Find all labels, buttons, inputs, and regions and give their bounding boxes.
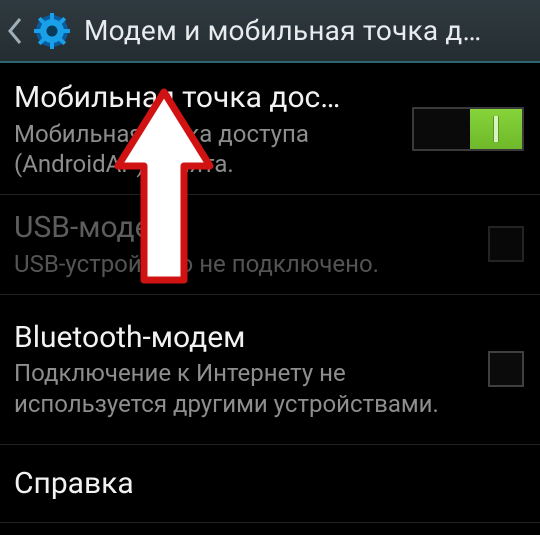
row-control bbox=[412, 107, 524, 151]
back-button[interactable] bbox=[2, 9, 74, 53]
row-title: Справка bbox=[14, 465, 524, 503]
row-mobile-hotspot[interactable]: Мобильная точка дос… Мобильная точка дос… bbox=[0, 63, 540, 195]
row-text: Справка bbox=[14, 465, 524, 503]
row-subtitle: USB-устройство не подключено. bbox=[14, 249, 474, 280]
chevron-left-icon bbox=[2, 11, 28, 51]
settings-list: Мобильная точка дос… Мобильная точка дос… bbox=[0, 63, 540, 523]
row-subtitle: Мобильная точка доступа (AndroidAP) заня… bbox=[14, 119, 398, 180]
row-usb-tethering: USB-модем USB-устройство не подключено. bbox=[0, 195, 540, 295]
row-bluetooth-tethering[interactable]: Bluetooth-модем Подключение к Интернету … bbox=[0, 295, 540, 445]
row-title: Мобильная точка дос… bbox=[14, 79, 398, 117]
actionbar-title: Модем и мобильная точка д… bbox=[84, 14, 534, 47]
row-text: Bluetooth-модем Подключение к Интернету … bbox=[14, 319, 474, 420]
row-subtitle: Подключение к Интернету не используется … bbox=[14, 358, 474, 419]
gear-icon bbox=[30, 9, 74, 53]
row-control bbox=[488, 351, 524, 387]
checkbox-usb-tethering bbox=[488, 226, 524, 262]
row-help[interactable]: Справка bbox=[0, 445, 540, 523]
checkbox-bluetooth-tethering[interactable] bbox=[488, 351, 524, 387]
row-title: USB-модем bbox=[14, 209, 474, 247]
switch-mobile-hotspot[interactable] bbox=[412, 107, 524, 151]
row-text: USB-модем USB-устройство не подключено. bbox=[14, 209, 474, 279]
row-text: Мобильная точка дос… Мобильная точка дос… bbox=[14, 79, 398, 180]
row-control bbox=[488, 226, 524, 262]
actionbar: Модем и мобильная точка д… bbox=[0, 0, 540, 63]
row-title: Bluetooth-модем bbox=[14, 319, 474, 357]
